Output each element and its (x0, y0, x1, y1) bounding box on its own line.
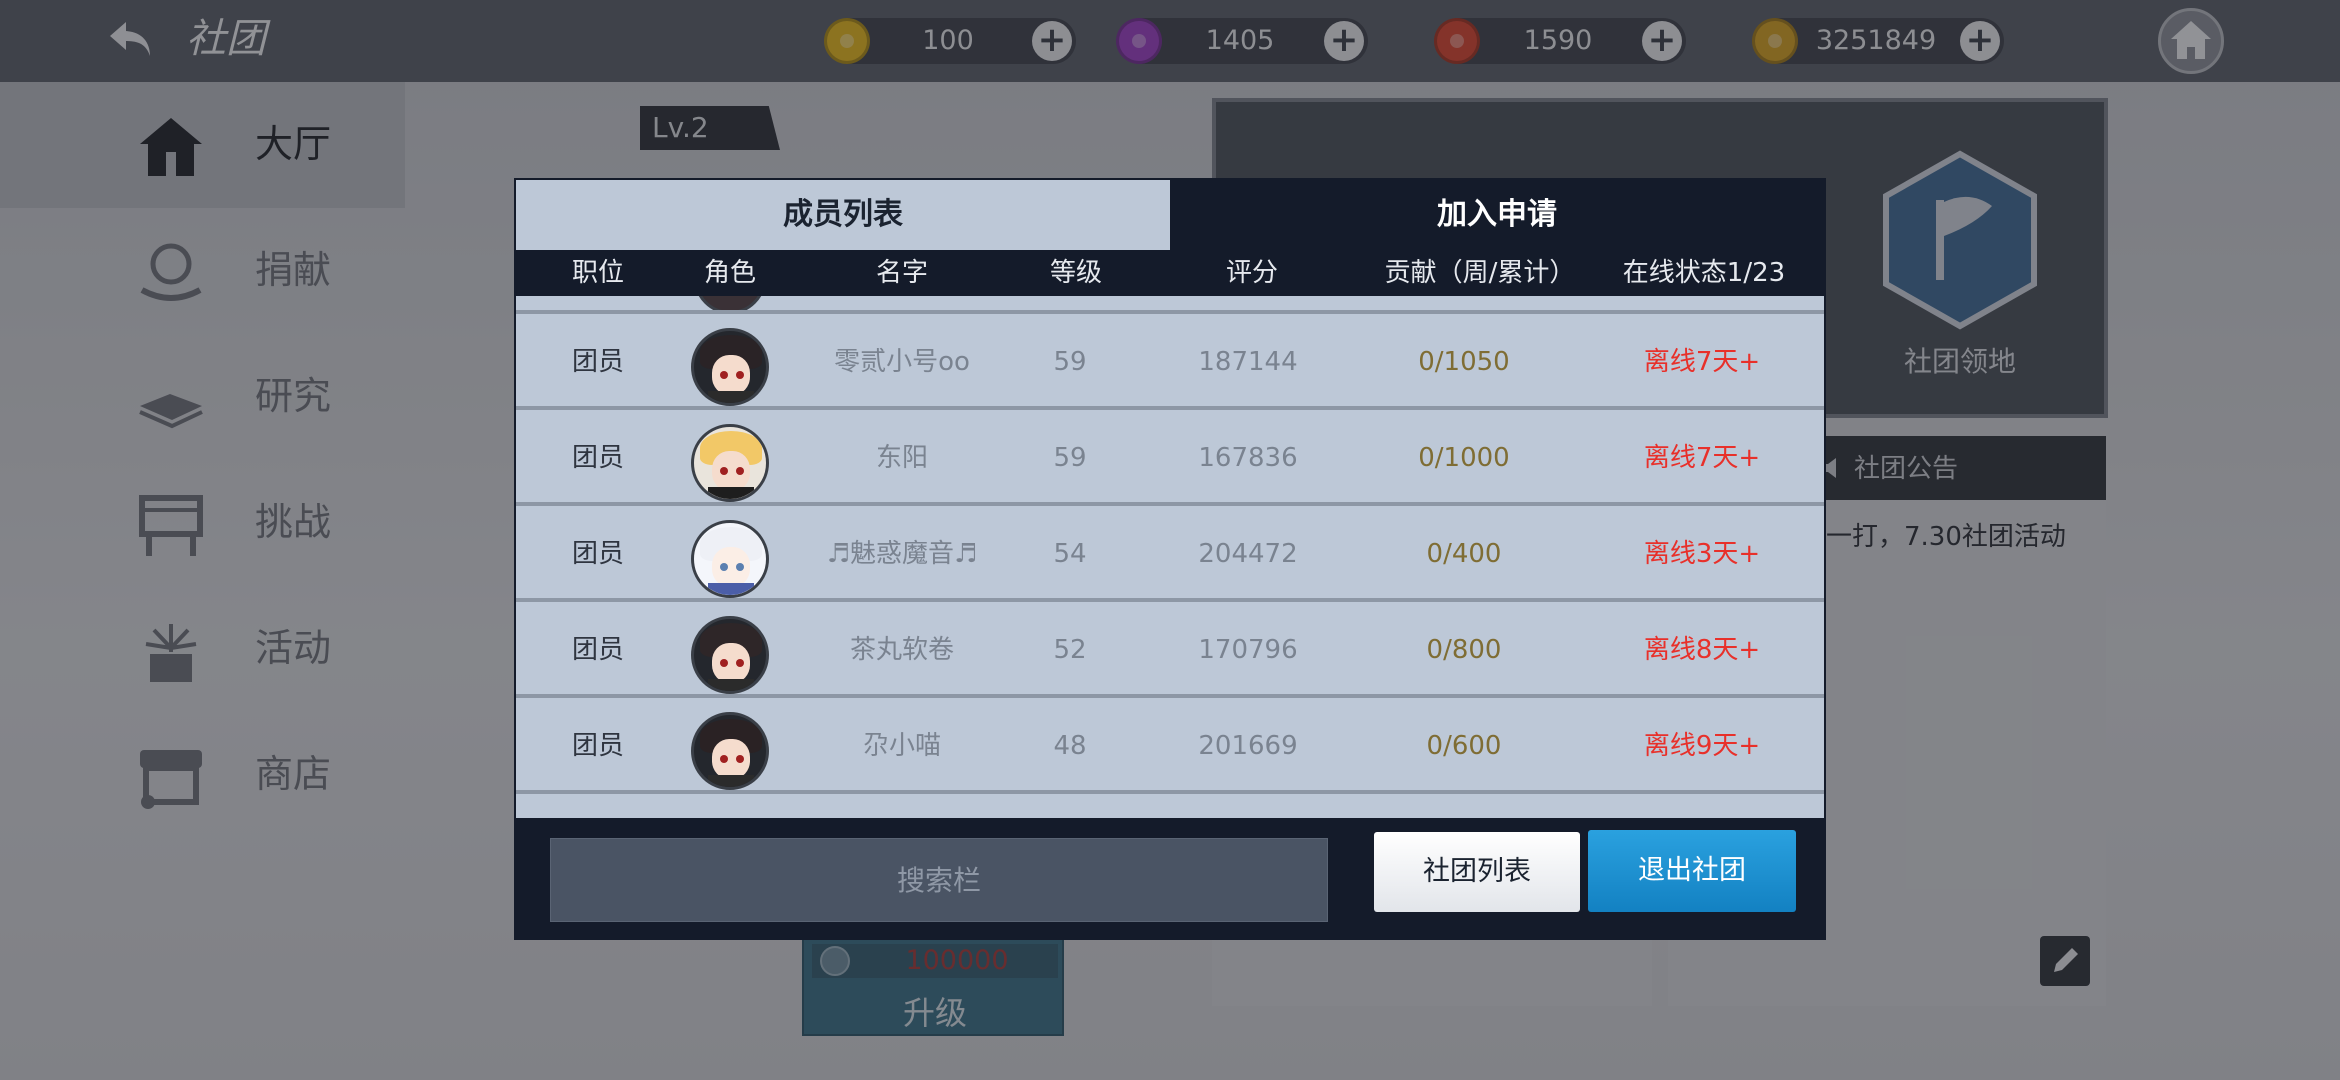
member-level: 59 (1053, 347, 1087, 377)
member-name: 零贰小号oo (834, 347, 970, 377)
member-position: 团员 (571, 731, 625, 761)
avatar (691, 424, 769, 502)
table-row[interactable]: 团员 东阳 59 167836 0/1000 离线7天+ (516, 410, 1824, 506)
avatar-face (712, 451, 750, 491)
member-list[interactable]: 团员 零贰小号oo 59 187144 0/1050 离线7天+ 团员 东阳 5… (516, 296, 1824, 818)
avatar-collar (708, 391, 754, 403)
table-row[interactable]: 团员 ♬魅惑魔音♬ 54 204472 0/400 离线3天+ (516, 506, 1824, 602)
avatar-face (712, 547, 750, 587)
member-name: 东阳 (875, 443, 929, 473)
dialog-footer: 搜索栏 社团列表 退出社团 (516, 818, 1824, 938)
tab-join-requests[interactable]: 加入申请 (1170, 180, 1824, 250)
tab-member-list[interactable]: 成员列表 (516, 180, 1170, 250)
avatar-eye (720, 755, 728, 763)
avatar-eye (736, 659, 744, 667)
avatar-eye (736, 563, 744, 571)
member-contribution: 0/800 (1426, 635, 1502, 665)
member-list-dialog: 成员列表 加入申请 职位 角色 名字 等级 评分 贡献（周/累计） 在线状态1/… (514, 178, 1826, 940)
avatar-face (712, 643, 750, 683)
table-row[interactable]: 团员 茶丸软卷 52 170796 0/800 离线8天+ (516, 602, 1824, 698)
avatar-eye (736, 467, 744, 475)
member-name: 尕小喵 (862, 731, 942, 761)
column-header-position: 职位 (571, 258, 625, 288)
column-header-level: 等级 (1049, 258, 1103, 288)
member-position: 团员 (571, 347, 625, 377)
table-row[interactable]: 团员 尕小喵 48 201669 0/600 离线9天+ (516, 698, 1824, 794)
column-header-online-status: 在线状态1/23 (1622, 258, 1786, 288)
avatar (691, 520, 769, 598)
member-contribution: 0/600 (1426, 731, 1502, 761)
avatar-eye (736, 755, 744, 763)
member-online-status: 离线9天+ (1643, 731, 1761, 761)
member-name: ♬魅惑魔音♬ (826, 539, 978, 569)
member-online-status: 离线3天+ (1643, 539, 1761, 569)
avatar-collar (708, 583, 754, 595)
member-name: 茶丸软卷 (849, 635, 955, 665)
avatar-face (712, 739, 750, 779)
member-score: 170796 (1198, 635, 1298, 665)
avatar-eye (720, 563, 728, 571)
club-list-button[interactable]: 社团列表 (1374, 832, 1580, 912)
avatar (691, 328, 769, 406)
table-header: 职位 角色 名字 等级 评分 贡献（周/累计） 在线状态1/23 (516, 250, 1824, 296)
member-level: 48 (1053, 731, 1087, 761)
avatar (691, 712, 769, 790)
row-divider (516, 790, 1824, 794)
member-position: 团员 (571, 443, 625, 473)
search-input[interactable]: 搜索栏 (550, 838, 1328, 922)
avatar-face (712, 355, 750, 395)
member-score: 167836 (1198, 443, 1298, 473)
member-score: 201669 (1198, 731, 1298, 761)
column-header-name: 名字 (875, 258, 929, 288)
member-contribution: 0/1050 (1418, 347, 1510, 377)
column-header-score: 评分 (1225, 258, 1279, 288)
member-position: 团员 (571, 635, 625, 665)
member-level: 54 (1053, 539, 1087, 569)
avatar-collar (708, 487, 754, 499)
member-score: 204472 (1198, 539, 1298, 569)
exit-club-button[interactable]: 退出社团 (1588, 830, 1796, 912)
avatar-eye (720, 659, 728, 667)
avatar-eye (720, 371, 728, 379)
table-row[interactable]: 团员 零贰小号oo 59 187144 0/1050 离线7天+ (516, 314, 1824, 410)
avatar-eye (736, 371, 744, 379)
member-contribution: 0/1000 (1418, 443, 1510, 473)
member-level: 52 (1053, 635, 1087, 665)
member-online-status: 离线7天+ (1643, 347, 1761, 377)
member-score: 187144 (1198, 347, 1298, 377)
member-contribution: 0/400 (1426, 539, 1502, 569)
column-header-character: 角色 (703, 258, 757, 288)
column-header-contribution: 贡献（周/累计） (1384, 258, 1576, 288)
avatar-collar (708, 679, 754, 691)
member-position: 团员 (571, 539, 625, 569)
member-online-status: 离线8天+ (1643, 635, 1761, 665)
member-level: 59 (1053, 443, 1087, 473)
member-online-status: 离线7天+ (1643, 443, 1761, 473)
avatar-collar (708, 775, 754, 787)
avatar (691, 616, 769, 694)
avatar-eye (720, 467, 728, 475)
